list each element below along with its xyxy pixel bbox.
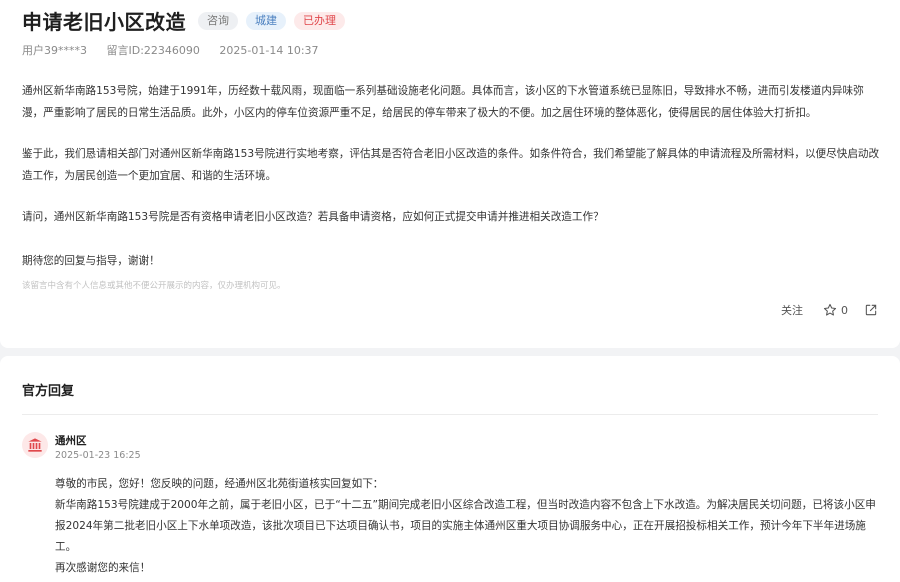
divider: [22, 414, 878, 415]
post-datetime: 2025-01-14 10:37: [219, 44, 319, 57]
reply-section-title: 官方回复: [22, 384, 75, 399]
reply-body: 尊敬的市民，您好！您反映的问题，经通州区北苑街道核实回复如下： 新华南路153号…: [55, 474, 885, 579]
reply-line: 尊敬的市民，您好！您反映的问题，经通州区北苑街道核实回复如下：: [55, 478, 384, 490]
government-building-icon: [28, 438, 42, 452]
question-paragraph: 期待您的回复与指导，谢谢！: [22, 255, 160, 267]
topic-tag: 城建: [246, 11, 286, 30]
share-icon: [865, 304, 877, 316]
category-tag: 咨询: [198, 11, 238, 30]
avatar: [22, 432, 48, 458]
reply-line: 新华南路153号院建成于2000年之前，属于老旧小区，已于“十二五”期间完成老旧…: [55, 499, 876, 553]
follow-button[interactable]: 关注: [781, 302, 803, 318]
reply-card: 官方回复 通州区 2025-01-23 16:25 尊敬的市民，您好！您反映的问…: [0, 356, 900, 582]
star-icon: [823, 303, 837, 316]
question-paragraph: 鉴于此，我们恳请相关部门对通州区新华南路153号院进行实地考察，评估其是否符合老…: [22, 148, 880, 182]
reply-line: 再次感谢您的来信！: [55, 562, 151, 574]
question-paragraph: 通州区新华南路153号院，始建于1991年，历经数十载风雨，现面临一系列基础设施…: [22, 85, 864, 119]
status-badge: 已办理: [294, 11, 345, 30]
reply-datetime: 2025-01-23 16:25: [55, 450, 141, 461]
privacy-note: 该留言中含有个人信息或其他不便公开展示的内容，仅办理机构可见。: [22, 281, 286, 291]
question-card: 申请老旧小区改造 咨询 城建 已办理 用户39****3 留言ID:223460…: [0, 0, 900, 348]
action-bar: 关注 0: [781, 302, 878, 318]
title-row: 申请老旧小区改造 咨询 城建 已办理: [22, 6, 345, 35]
star-button[interactable]: 0: [823, 303, 848, 317]
question-meta: 用户39****3 留言ID:22346090 2025-01-14 10:37: [22, 42, 335, 58]
message-id: 留言ID:22346090: [106, 44, 200, 57]
question-paragraph: 请问，通州区新华南路153号院是否有资格申请老旧小区改造？若具备申请资格，应如何…: [22, 211, 604, 223]
star-count: 0: [841, 303, 848, 317]
page-title: 申请老旧小区改造: [22, 10, 186, 34]
user-id: 用户39****3: [22, 44, 87, 57]
share-button[interactable]: [864, 303, 878, 317]
reply-org-name: 通州区: [55, 435, 87, 447]
